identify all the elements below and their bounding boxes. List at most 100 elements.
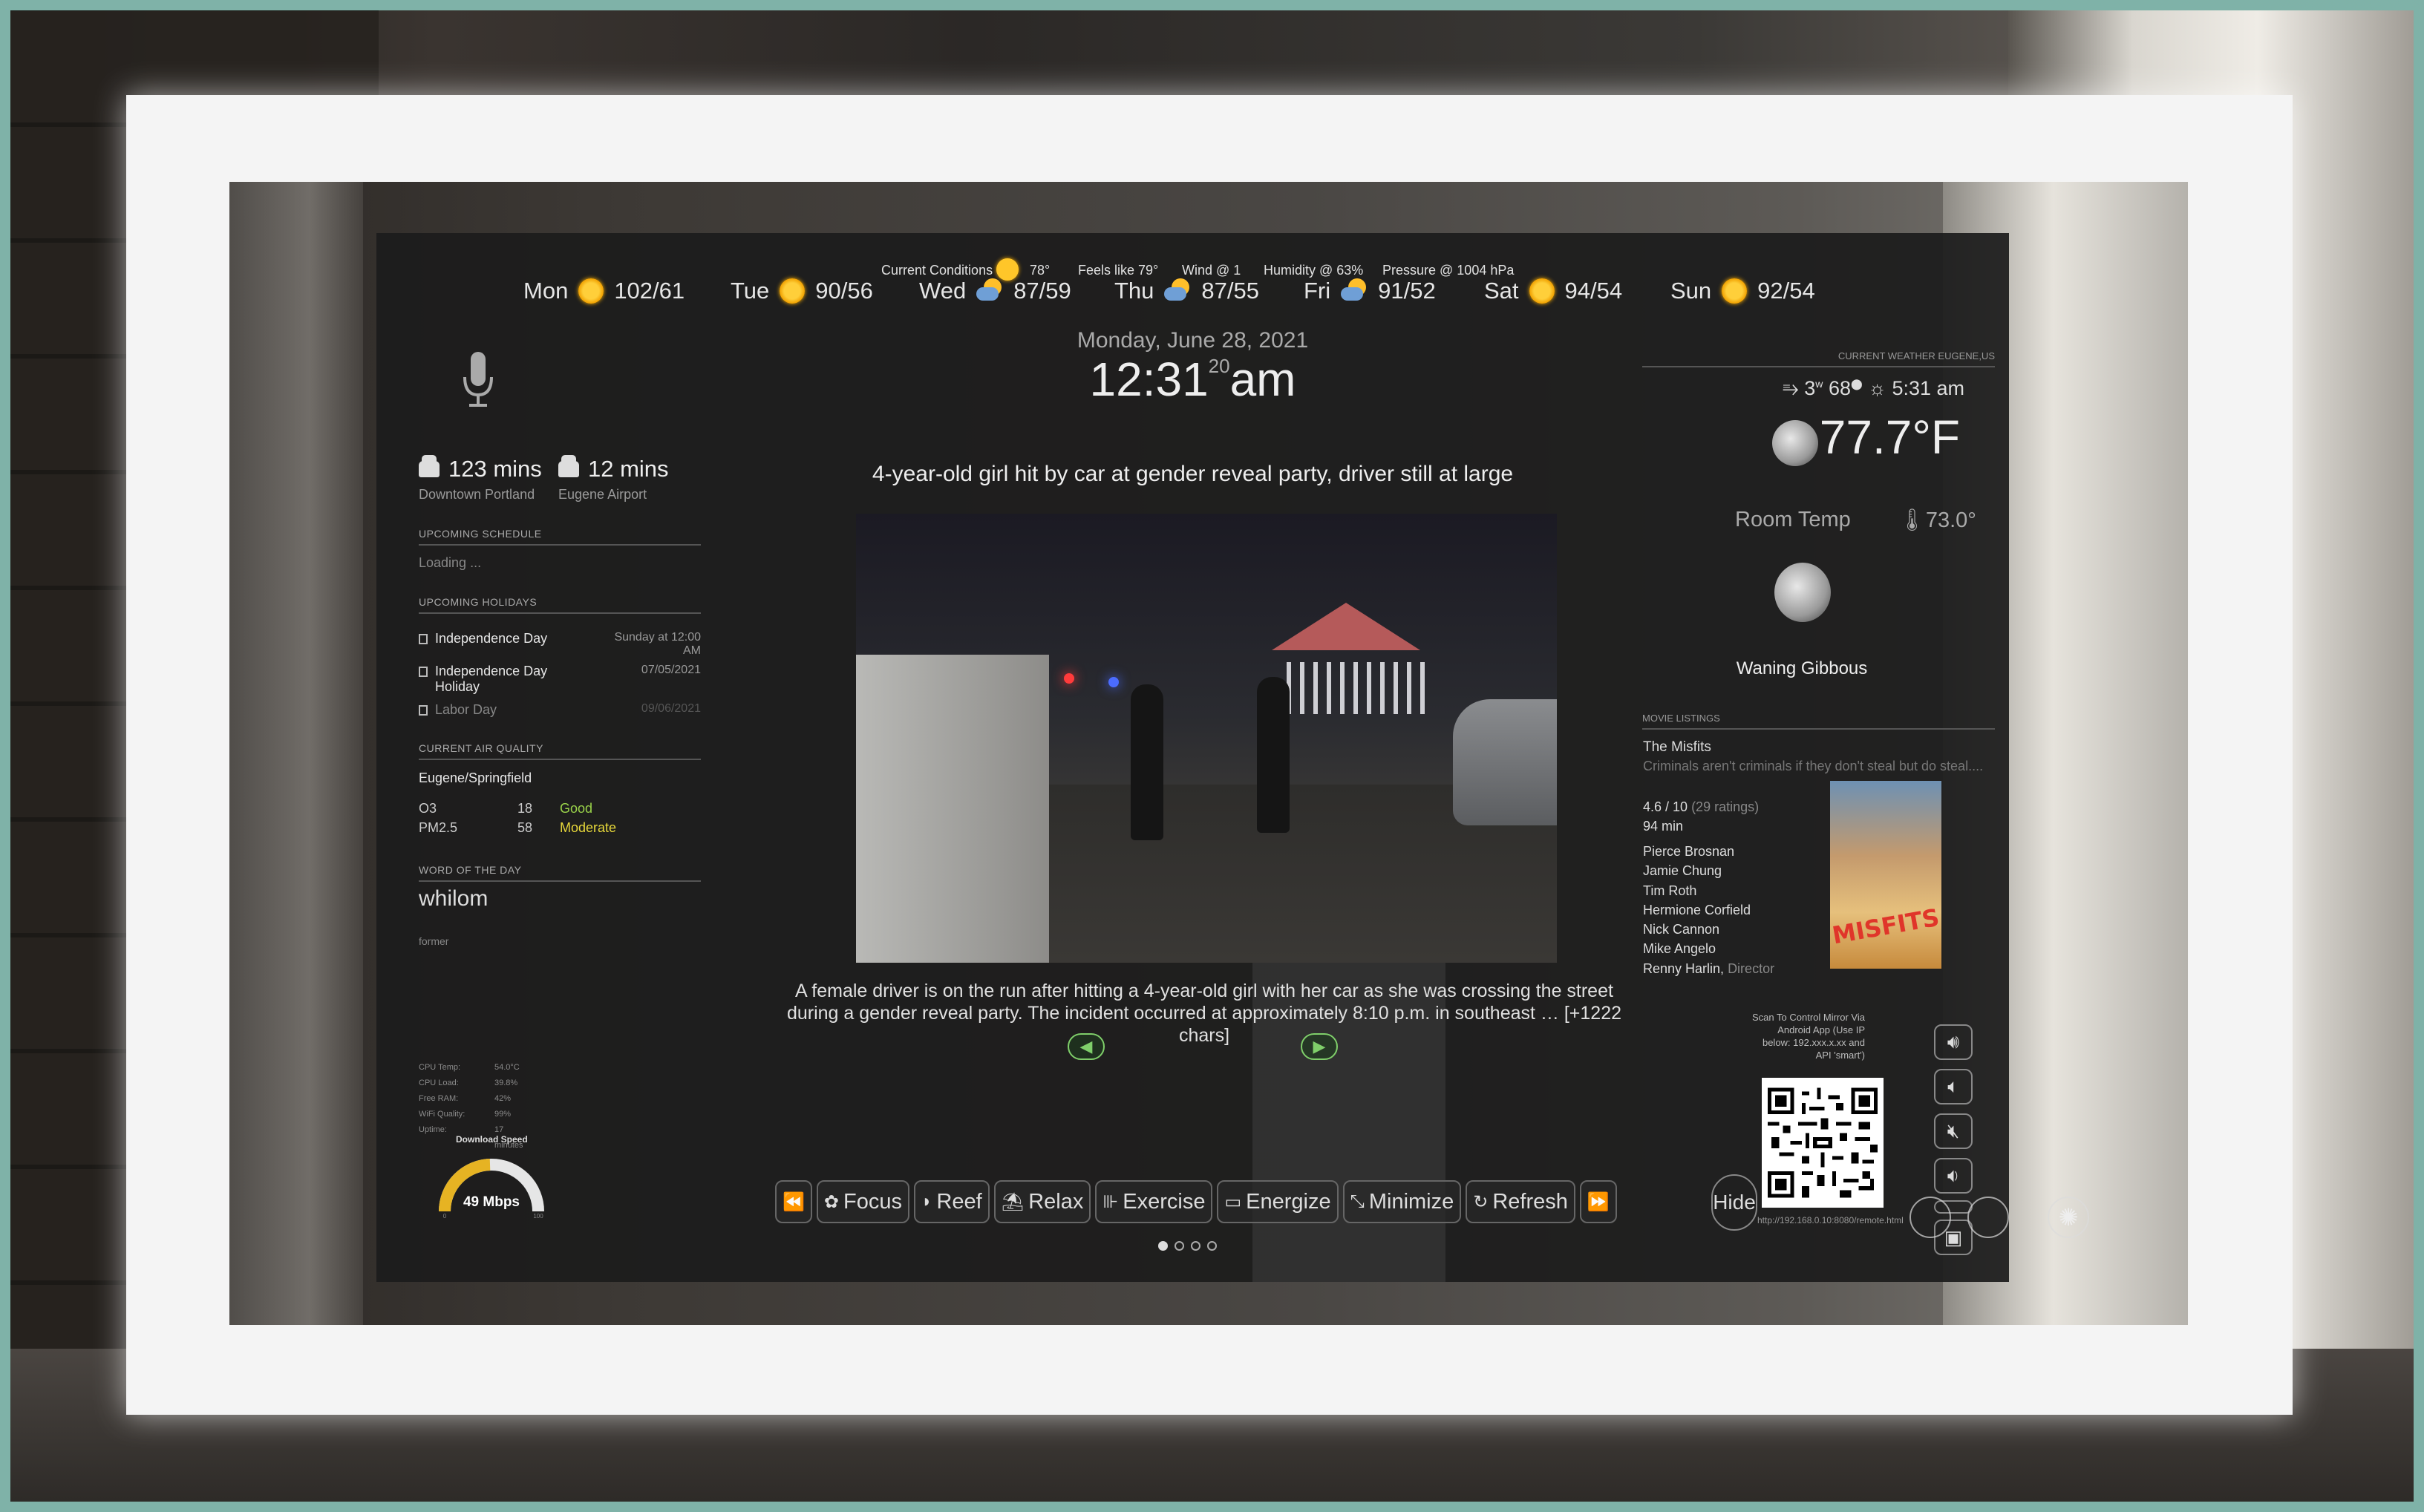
compress-icon: ⤡	[1350, 1191, 1365, 1211]
wind-speed-value: 3	[1804, 377, 1816, 399]
battery-icon: ▭	[1224, 1191, 1242, 1212]
clock-time: 12:31	[1089, 353, 1209, 406]
movie-title[interactable]: The Misfits	[1643, 739, 1711, 756]
volume-down-button[interactable]: 🔈︎	[1934, 1069, 1973, 1104]
wind-direction: 68	[1828, 377, 1851, 399]
news-description: A female driver is on the run after hitt…	[786, 981, 1622, 1046]
holiday-name: Independence Day Holiday	[435, 664, 548, 694]
button-label: Reef	[936, 1189, 982, 1214]
magic-mirror-screen: Current Conditions 78° Feels like 79° Wi…	[376, 233, 2009, 1282]
stat-label: CPU Temp:	[419, 1063, 461, 1072]
rating-count: (29 ratings)	[1691, 799, 1760, 814]
fish-icon: ◗	[921, 1191, 932, 1211]
holiday-date: Sunday at 12:00 AM	[614, 631, 701, 657]
circle-icon[interactable]	[1910, 1197, 1951, 1238]
news-next-button[interactable]: ▶	[1301, 1033, 1338, 1060]
system-stats: CPU Temp: 54.0°C CPU Load: 39.8% Free RAM:…	[419, 1060, 523, 1150]
settings-icon[interactable]: ✺	[2048, 1197, 2089, 1238]
stat-label: Free RAM:	[419, 1094, 459, 1103]
humidity: Humidity @ 63%	[1264, 263, 1364, 278]
page-dot[interactable]	[1207, 1241, 1217, 1251]
focus-button[interactable]: ✿ Focus	[816, 1180, 909, 1223]
sun-icon	[780, 278, 806, 304]
news-image-tent	[1272, 603, 1420, 650]
volume-up-icon: 🔊︎	[1947, 1030, 1960, 1053]
day-name: Tue	[731, 278, 770, 304]
news-image-light	[1108, 677, 1119, 687]
aq-pollutant: PM2.5	[419, 820, 458, 835]
minimize-button[interactable]: ⤡ Minimize	[1342, 1180, 1462, 1223]
circle-icon[interactable]	[1967, 1197, 2009, 1238]
movie-tagline: Criminals aren't criminals if they don't…	[1643, 759, 1984, 773]
reef-button[interactable]: ◗ Reef	[913, 1180, 990, 1223]
news-image-fence	[1287, 662, 1428, 714]
air-quality-header: CURRENT AIR QUALITY	[419, 742, 701, 760]
stat-label: CPU Load:	[419, 1079, 459, 1087]
room-temp-label: Room Temp	[1735, 508, 1851, 531]
forecast-day: Mon 102/61	[523, 278, 685, 304]
schedule-header: UPCOMING SCHEDULE	[419, 528, 701, 546]
calendar-icon	[419, 634, 428, 645]
volume-low-button[interactable]: 🔉︎	[1934, 1158, 1973, 1194]
day-temps: 87/55	[1201, 278, 1259, 304]
page-dot[interactable]	[1175, 1241, 1184, 1251]
room-temp-value: 🌡︎73.0°	[1898, 508, 1976, 533]
news-image-person	[1131, 684, 1163, 840]
page-dot[interactable]	[1191, 1241, 1200, 1251]
speed-title: Download Speed	[456, 1134, 528, 1145]
button-label: Refresh	[1492, 1189, 1568, 1214]
wind-icon: ⥱	[1783, 377, 1799, 399]
forecast-day: Sun 92/54	[1670, 278, 1815, 304]
refresh-button[interactable]: ↻ Refresh	[1466, 1180, 1575, 1223]
day-name: Sat	[1484, 278, 1519, 304]
calendar-icon	[419, 667, 428, 678]
button-label: Minimize	[1368, 1189, 1454, 1214]
rewind-button[interactable]: ⏪	[775, 1180, 812, 1223]
moon-phase-name: Waning Gibbous	[1736, 658, 1868, 678]
travel-destination: Downtown Portland	[419, 487, 535, 502]
refresh-icon: ↻	[1473, 1191, 1489, 1212]
partly-cloudy-icon	[1341, 278, 1368, 304]
day-name: Wed	[919, 278, 967, 304]
gauge-max-label: 100	[533, 1213, 543, 1219]
wind-sunrise-row: ⥱ 3w 68⬤ ☼ 5:31 am	[1783, 377, 1964, 399]
dumbbell-icon: ⊪	[1102, 1191, 1119, 1212]
lotus-icon: ✿	[823, 1191, 839, 1212]
fast-forward-icon: ⏩	[1587, 1191, 1610, 1212]
remote-url[interactable]: http://192.168.0.10:8080/remote.html	[1757, 1215, 1904, 1225]
holiday-name: Independence Day	[435, 631, 548, 646]
relax-button[interactable]: ⛱ Relax	[993, 1180, 1091, 1223]
current-temp: 78°	[1030, 263, 1051, 278]
hide-button[interactable]: Hide	[1711, 1174, 1757, 1231]
news-image	[856, 514, 1557, 963]
aq-status-good: Good	[560, 801, 593, 816]
air-quality-location: Eugene/Springfield	[419, 770, 532, 785]
download-speed-gauge: 49 Mbps 0 100	[439, 1159, 544, 1219]
partly-cloudy-icon	[976, 278, 1003, 304]
day-name: Sun	[1670, 278, 1712, 304]
energize-button[interactable]: ▭ Energize	[1217, 1180, 1339, 1223]
cast-member: Renny Harlin,	[1643, 960, 1725, 976]
news-prev-button[interactable]: ◀	[1068, 1033, 1105, 1060]
sunrise-time: 5:31 am	[1892, 377, 1964, 399]
page-dot[interactable]	[1158, 1241, 1168, 1251]
cast-member: Hermione Corfield	[1643, 902, 1751, 917]
director-label: Director	[1728, 960, 1775, 976]
outdoor-temperature: 77.7°F	[1819, 410, 1960, 464]
news-headline[interactable]: 4-year-old girl hit by car at gender rev…	[376, 462, 2009, 487]
wind-speed: Wind @ 1	[1182, 263, 1241, 278]
fast-forward-button[interactable]: ⏩	[1579, 1180, 1617, 1223]
volume-up-button[interactable]: 🔊︎	[1934, 1024, 1973, 1060]
word-of-day-header: WORD OF THE DAY	[419, 864, 701, 882]
mute-button[interactable]: 🔇︎	[1934, 1113, 1973, 1149]
current-conditions-label: Current Conditions	[881, 263, 993, 278]
holiday-item: Labor Day 09/06/2021	[419, 702, 701, 718]
stat-label: WiFi Quality:	[419, 1110, 465, 1119]
holiday-item: Independence Day Sunday at 12:00 AM	[419, 631, 701, 657]
stat-value: 42%	[494, 1094, 512, 1103]
room-temp: 73.0°	[1925, 508, 1976, 532]
rewind-icon: ⏪	[783, 1191, 805, 1212]
holiday-date: 07/05/2021	[641, 664, 701, 676]
sun-icon	[1529, 278, 1555, 304]
exercise-button[interactable]: ⊪ Exercise	[1095, 1180, 1213, 1223]
